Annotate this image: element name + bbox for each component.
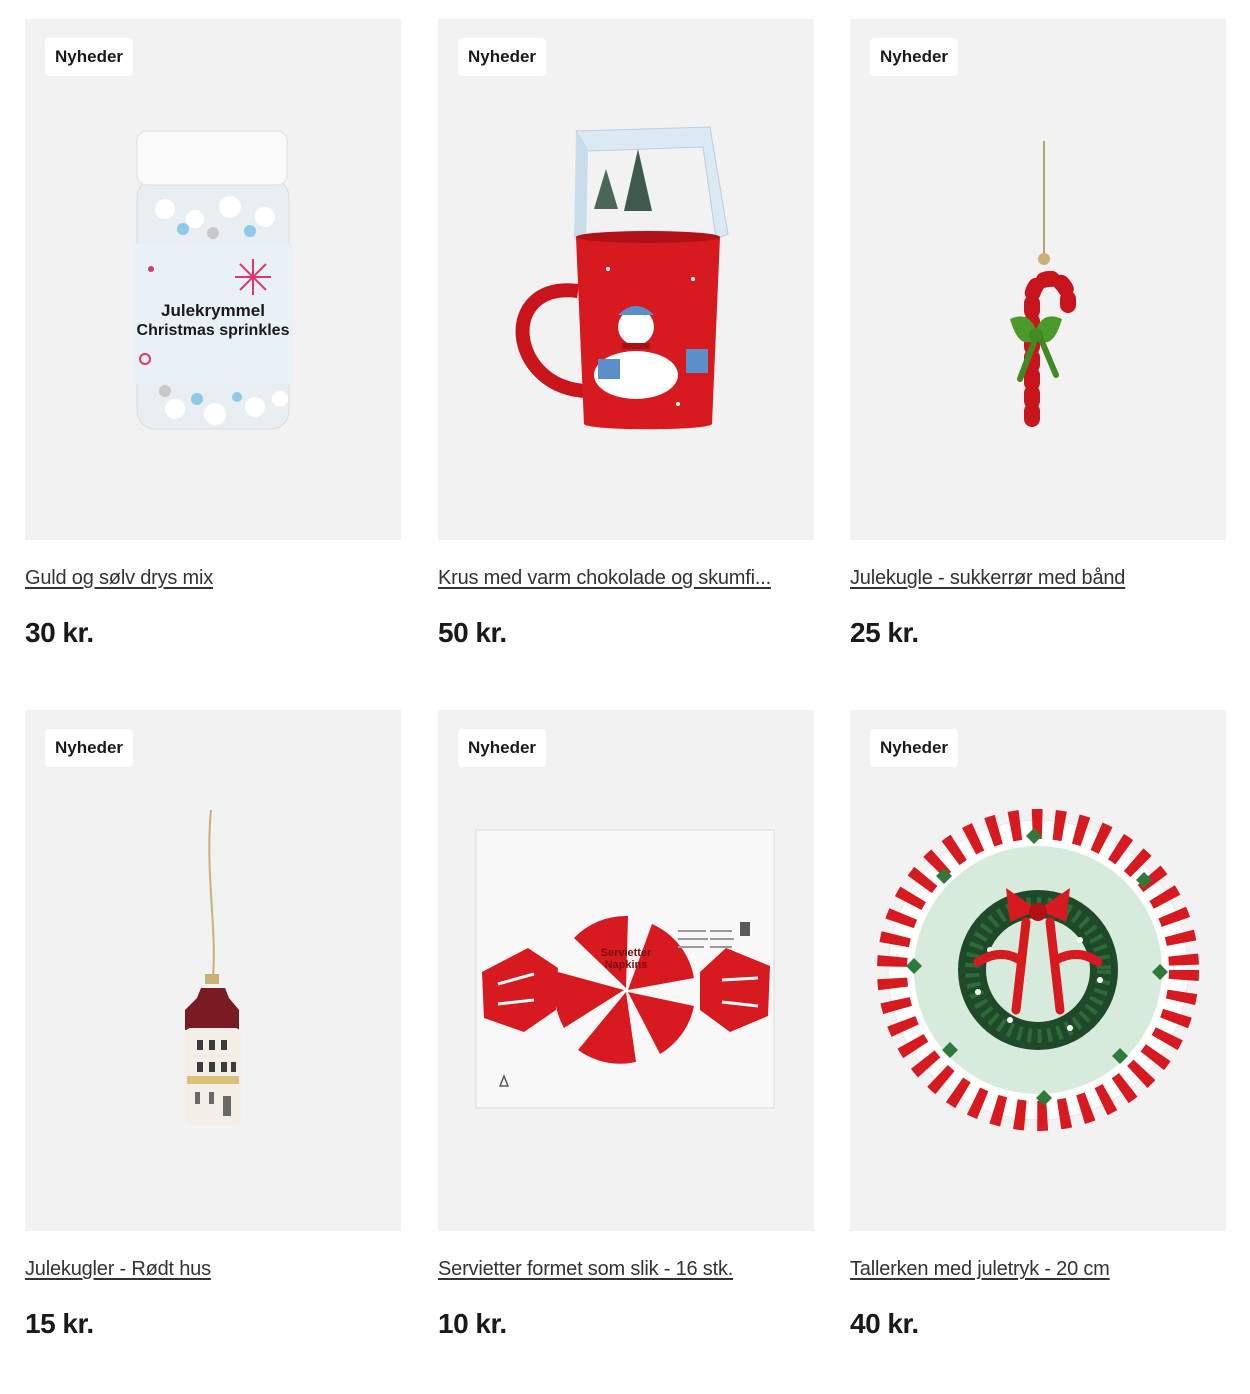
product-title-link[interactable]: Julekugle - sukkerrør med bånd (850, 567, 1226, 590)
product-price: 30 kr. (25, 617, 94, 648)
product-image-tile[interactable]: Julekrymmel Christmas sprinkles Nyheder (25, 19, 401, 540)
new-badge: Nyheder (870, 38, 959, 76)
candy-cane-ornament-image (1010, 141, 1076, 427)
new-badge: Nyheder (870, 729, 959, 767)
product-image-tile[interactable]: Nyheder (25, 710, 401, 1231)
mug-with-chocolate-image (515, 126, 729, 430)
product-card-sprinkles[interactable]: Julekrymmel Christmas sprinkles Nyheder … (25, 19, 401, 648)
product-price: 15 kr. (25, 1308, 94, 1339)
product-title-link[interactable]: Tallerken med juletryk - 20 cm (850, 1258, 1226, 1281)
new-badge: Nyheder (458, 38, 547, 76)
product-card-candy-cane[interactable]: Nyheder Julekugle - sukkerrør med bånd 2… (850, 19, 1226, 648)
new-badge: Nyheder (45, 38, 134, 76)
product-price: 40 kr. (850, 1308, 919, 1339)
product-card-napkins[interactable]: Servietter Napkins Nyheder Servietter fo… (438, 710, 814, 1339)
product-image-tile[interactable]: Nyheder (850, 710, 1226, 1231)
product-price: 50 kr. (438, 617, 507, 648)
new-badge: Nyheder (458, 729, 547, 767)
christmas-plate-image (877, 809, 1199, 1131)
product-grid: Julekrymmel Christmas sprinkles Nyheder … (0, 0, 1250, 1394)
product-card-house-ornament[interactable]: Nyheder Julekugler - Rødt hus 15 kr. (25, 710, 401, 1339)
product-card-mug[interactable]: Nyheder Krus med varm chokolade og skumf… (438, 19, 814, 648)
product-title-link[interactable]: Servietter formet som slik - 16 stk. (438, 1258, 814, 1281)
product-price: 10 kr. (438, 1308, 507, 1339)
product-image-tile[interactable]: Nyheder (850, 19, 1226, 540)
product-title-link[interactable]: Guld og sølv drys mix (25, 567, 401, 590)
candy-napkins-image: Servietter Napkins (475, 829, 775, 1109)
product-image-tile[interactable]: Nyheder (438, 19, 814, 540)
product-title-link[interactable]: Krus med varm chokolade og skumfi... (438, 567, 814, 590)
sprinkles-jar-image: Julekrymmel Christmas sprinkles (133, 130, 293, 430)
new-badge: Nyheder (45, 729, 134, 767)
product-price: 25 kr. (850, 617, 919, 648)
product-card-plate[interactable]: Nyheder Tallerken med juletryk - 20 cm 4… (850, 710, 1226, 1339)
product-image-tile[interactable]: Servietter Napkins Nyheder (438, 710, 814, 1231)
jar-label-line1: Julekrymmel (161, 301, 265, 320)
product-title-link[interactable]: Julekugler - Rødt hus (25, 1258, 401, 1281)
package-label-line2: Napkins (605, 959, 648, 971)
red-house-ornament-image (185, 809, 241, 1126)
package-label-line1: Servietter (601, 947, 652, 959)
jar-label-line2: Christmas sprinkles (137, 322, 290, 339)
